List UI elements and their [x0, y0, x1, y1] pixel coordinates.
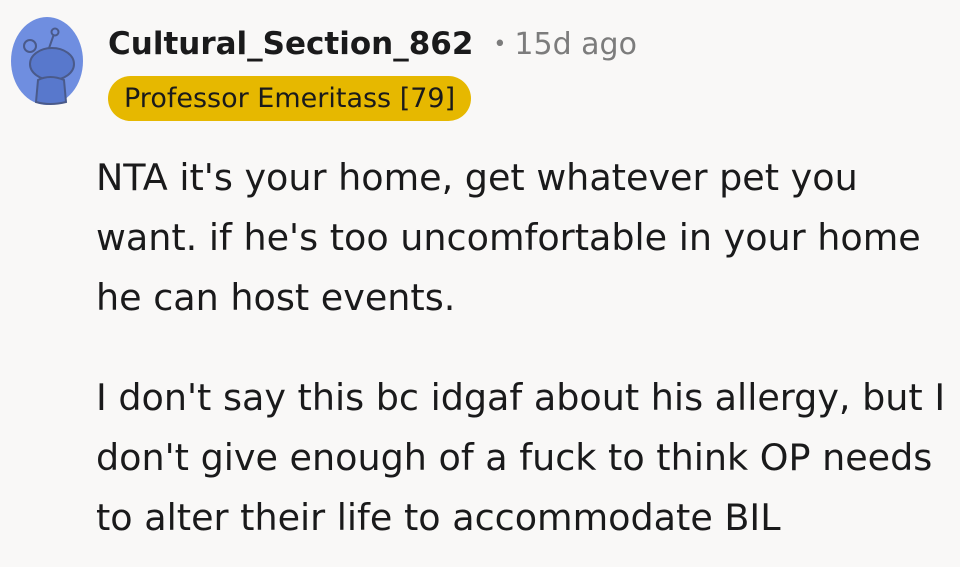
comment-paragraph: I don't say this bc idgaf about his alle…	[96, 376, 946, 539]
comment-header: Cultural_Section_862 • 15d ago	[108, 26, 637, 62]
username-link[interactable]: Cultural_Section_862	[108, 26, 473, 62]
comment-timestamp[interactable]: 15d ago	[514, 27, 637, 62]
comment-paragraph: NTA it's your home, get whatever pet you…	[96, 156, 921, 319]
meta-separator: •	[493, 31, 507, 57]
comment-body: NTA it's your home, get whatever pet you…	[96, 148, 946, 567]
snoo-avatar-icon[interactable]	[10, 16, 84, 106]
user-flair-badge: Professor Emeritass [79]	[108, 76, 472, 121]
user-flair-text: Professor Emeritass [79]	[124, 83, 456, 114]
